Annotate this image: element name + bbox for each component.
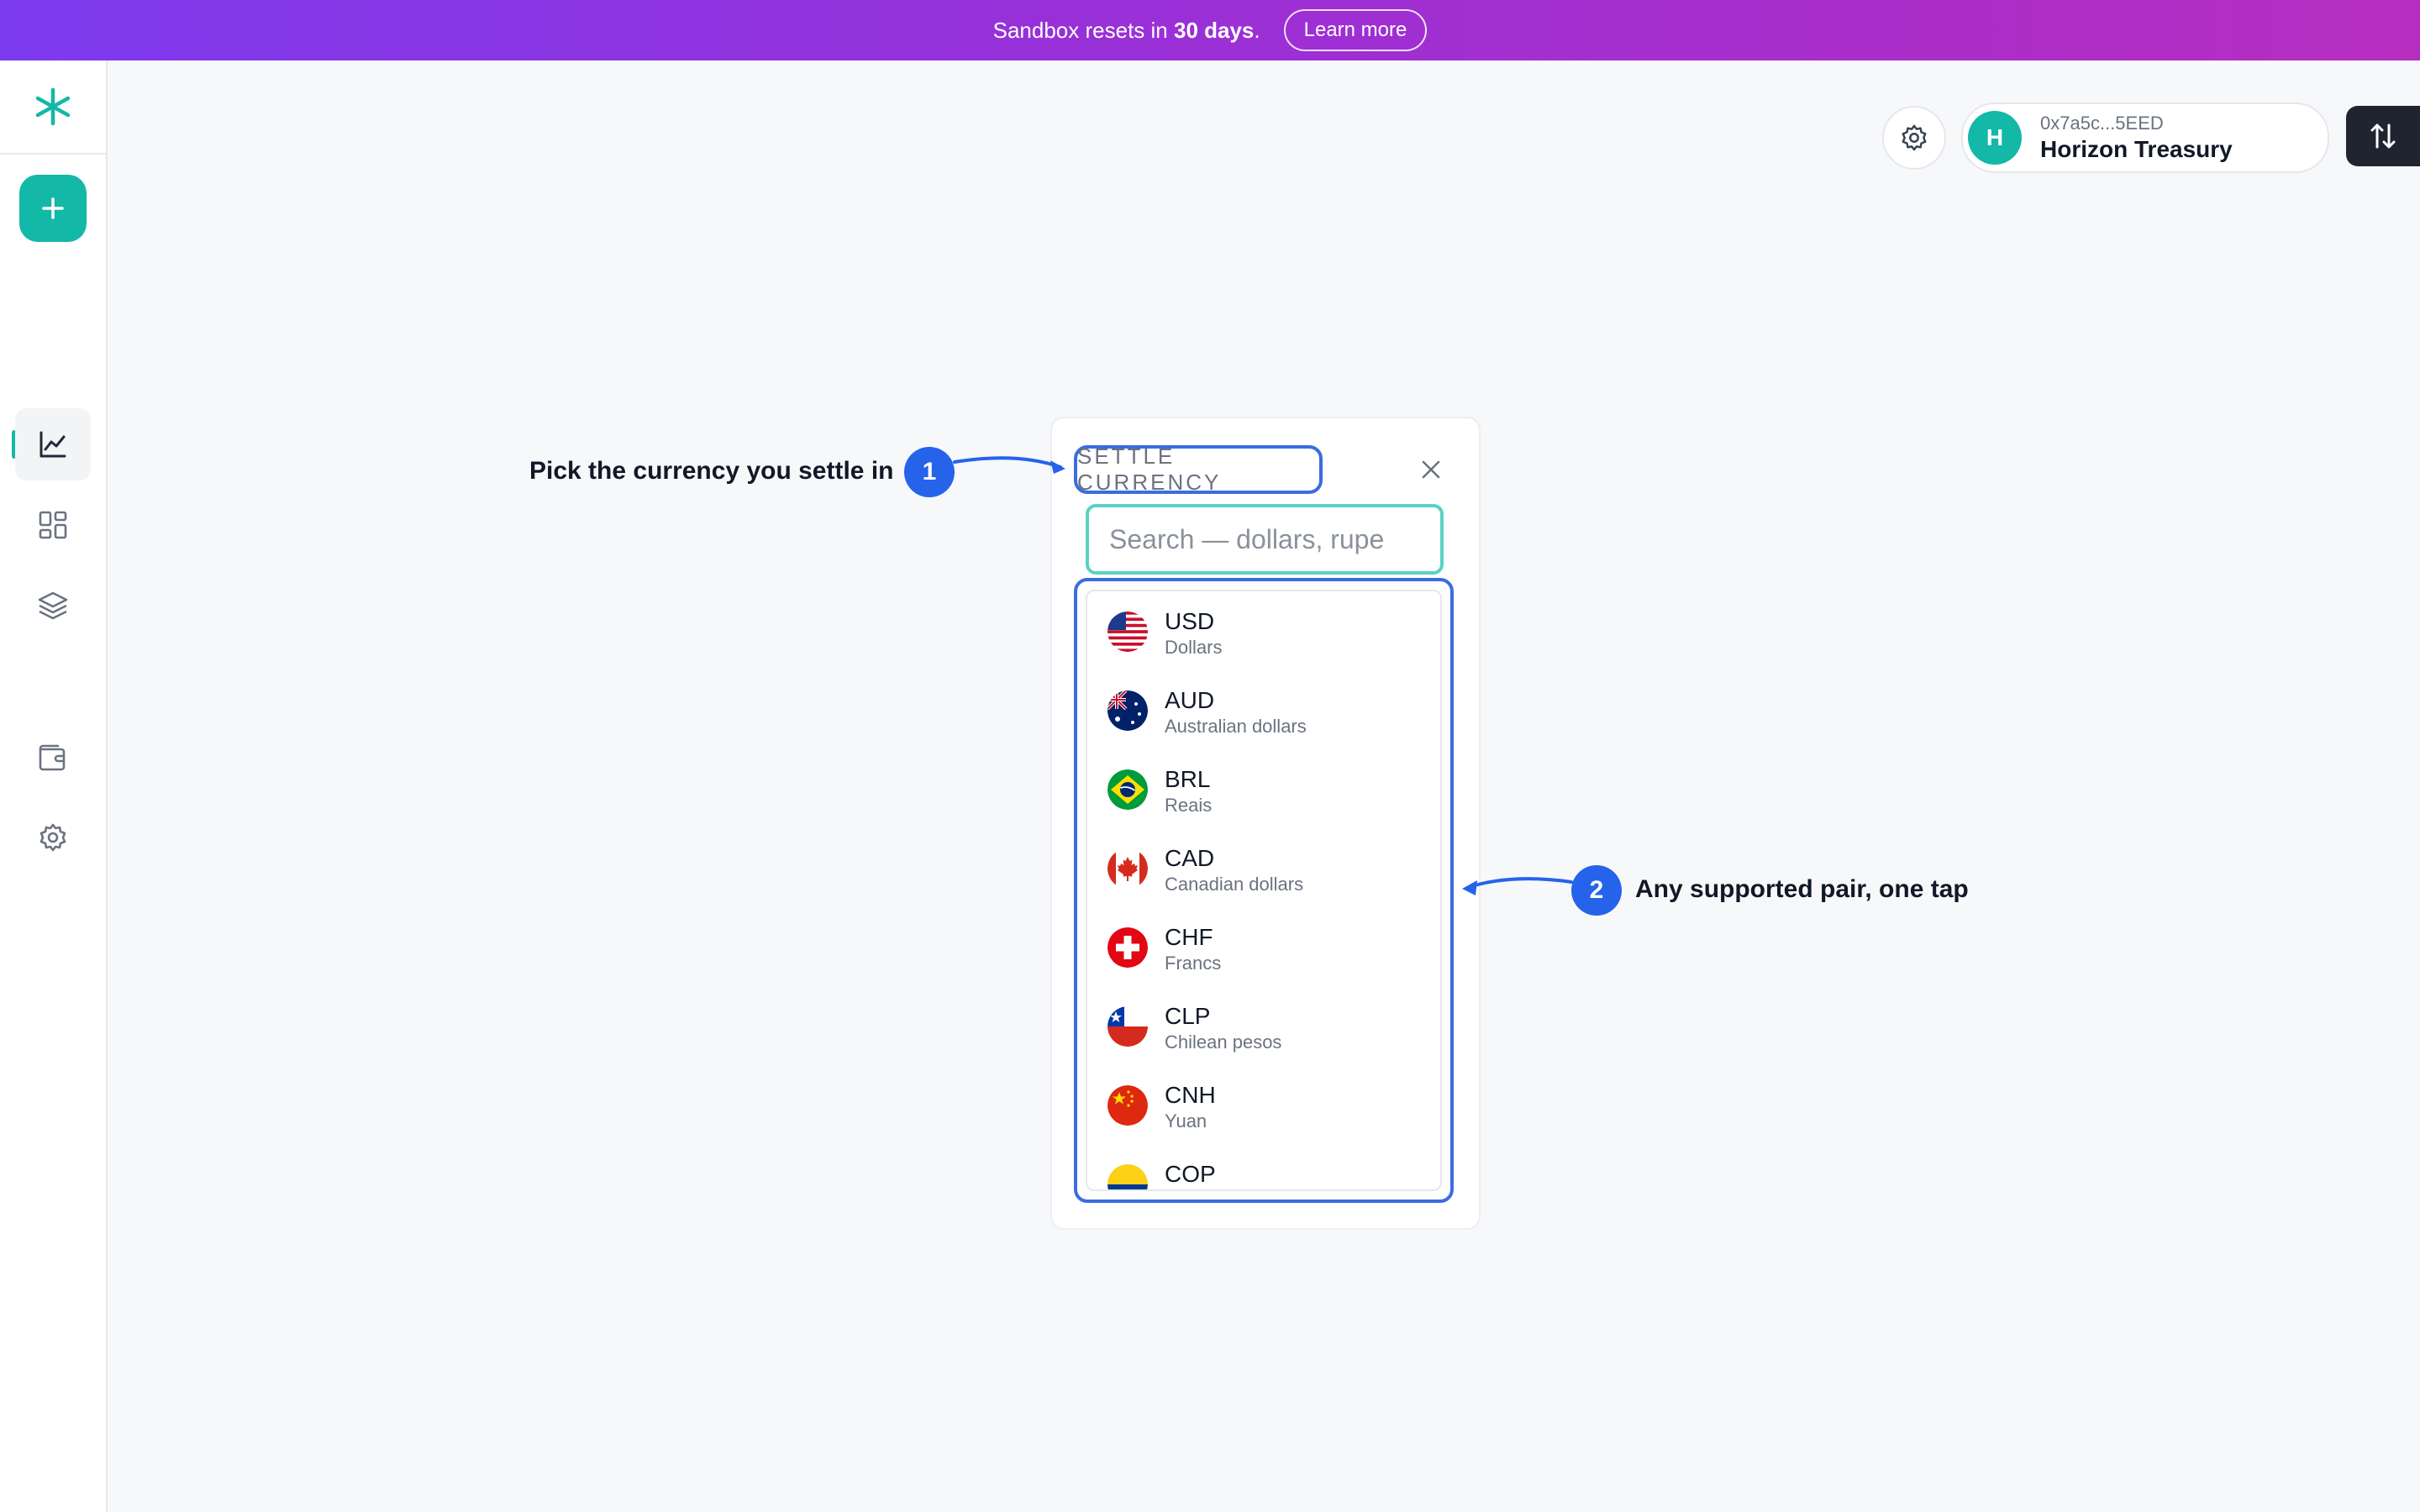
currency-name: Reais [1165, 795, 1213, 816]
swap-arrows-icon [2370, 123, 2396, 149]
asterisk-logo-icon [35, 87, 71, 126]
nav-item-analytics[interactable] [15, 408, 91, 480]
currency-name: Chilean pesos [1165, 1032, 1282, 1053]
nav-item-wallet[interactable] [15, 721, 91, 793]
modal-title: SETTLE CURRENCY [1074, 444, 1323, 495]
account-switcher[interactable]: H 0x7a5c...5EED Horizon Treasury [1961, 102, 2329, 173]
avatar: H [1968, 111, 2022, 165]
currency-name: Canadian dollars [1165, 874, 1304, 895]
currency-code: COP [1165, 1161, 1216, 1187]
settings-button[interactable] [1882, 106, 1946, 170]
account-address: 0x7a5c...5EED [2040, 113, 2164, 134]
currency-option-usd[interactable]: USD Dollars [1087, 591, 1440, 670]
currency-search-input[interactable] [1086, 504, 1444, 575]
co-flag-icon [1107, 1164, 1148, 1189]
currency-code: AUD [1165, 687, 1215, 713]
au-flag-icon [1107, 690, 1148, 731]
currency-code: CNH [1165, 1082, 1216, 1108]
cl-flag-icon [1107, 1006, 1148, 1047]
nav-item-dashboard[interactable] [15, 489, 91, 561]
callout-1-badge: 1 [904, 447, 955, 497]
callout-1-text: Pick the currency you settle in [529, 457, 894, 485]
callout-2-badge: 2 [1571, 865, 1622, 916]
gear-icon [39, 823, 66, 852]
sandbox-banner: Sandbox resets in 30 days. Learn more [0, 0, 2420, 60]
wallet-icon [39, 744, 66, 771]
currency-name: Yuan [1165, 1110, 1207, 1131]
close-icon [1422, 460, 1440, 479]
layers-icon [38, 591, 68, 620]
banner-message-suffix: . [1254, 17, 1260, 43]
us-flag-icon [1107, 612, 1148, 652]
grid-icon [39, 511, 67, 539]
plus-icon [42, 197, 64, 219]
cn-flag-icon [1107, 1085, 1148, 1126]
currency-code: CLP [1165, 1003, 1211, 1029]
account-name: Horizon Treasury [2040, 136, 2233, 162]
currency-option-chf[interactable]: CHF Francs [1087, 907, 1440, 986]
currency-option-clp[interactable]: CLP Chilean pesos [1087, 986, 1440, 1065]
currency-code: CHF [1165, 924, 1213, 950]
currency-option-cop[interactable]: COP [1087, 1144, 1440, 1189]
callout-2-arrow [1467, 877, 1573, 889]
currency-name: Dollars [1165, 637, 1223, 658]
currency-option-aud[interactable]: AUD Australian dollars [1087, 670, 1440, 749]
callout-2-text: Any supported pair, one tap [1635, 875, 1969, 903]
chart-line-icon [39, 431, 66, 458]
nav-item-layers[interactable] [15, 570, 91, 642]
banner-message: Sandbox resets in 30 days. [993, 18, 1260, 44]
gear-icon [1902, 124, 1927, 151]
br-flag-icon [1107, 769, 1148, 810]
currency-name: Francs [1165, 953, 1222, 974]
currency-list[interactable]: USD Dollars AUD Australian dollars BRL R… [1086, 590, 1442, 1191]
logo[interactable] [0, 60, 106, 155]
banner-message-days: 30 days [1173, 17, 1255, 43]
currency-option-brl[interactable]: BRL Reais [1087, 749, 1440, 828]
ca-flag-icon [1107, 848, 1148, 889]
currency-code: BRL [1165, 766, 1211, 792]
callout-1-arrow [953, 456, 1062, 469]
currency-code: CAD [1165, 845, 1215, 871]
swap-button[interactable] [2346, 106, 2420, 166]
nav-item-settings[interactable] [15, 801, 91, 874]
add-button[interactable] [19, 175, 87, 242]
currency-name: Australian dollars [1165, 716, 1307, 737]
currency-option-cnh[interactable]: CNH Yuan [1087, 1065, 1440, 1144]
close-button[interactable] [1415, 454, 1447, 486]
banner-message-prefix: Sandbox resets in [992, 17, 1174, 43]
learn-more-button[interactable]: Learn more [1283, 9, 1428, 51]
currency-code: USD [1165, 608, 1215, 634]
ch-flag-icon [1107, 927, 1148, 968]
currency-option-cad[interactable]: CAD Canadian dollars [1087, 828, 1440, 907]
